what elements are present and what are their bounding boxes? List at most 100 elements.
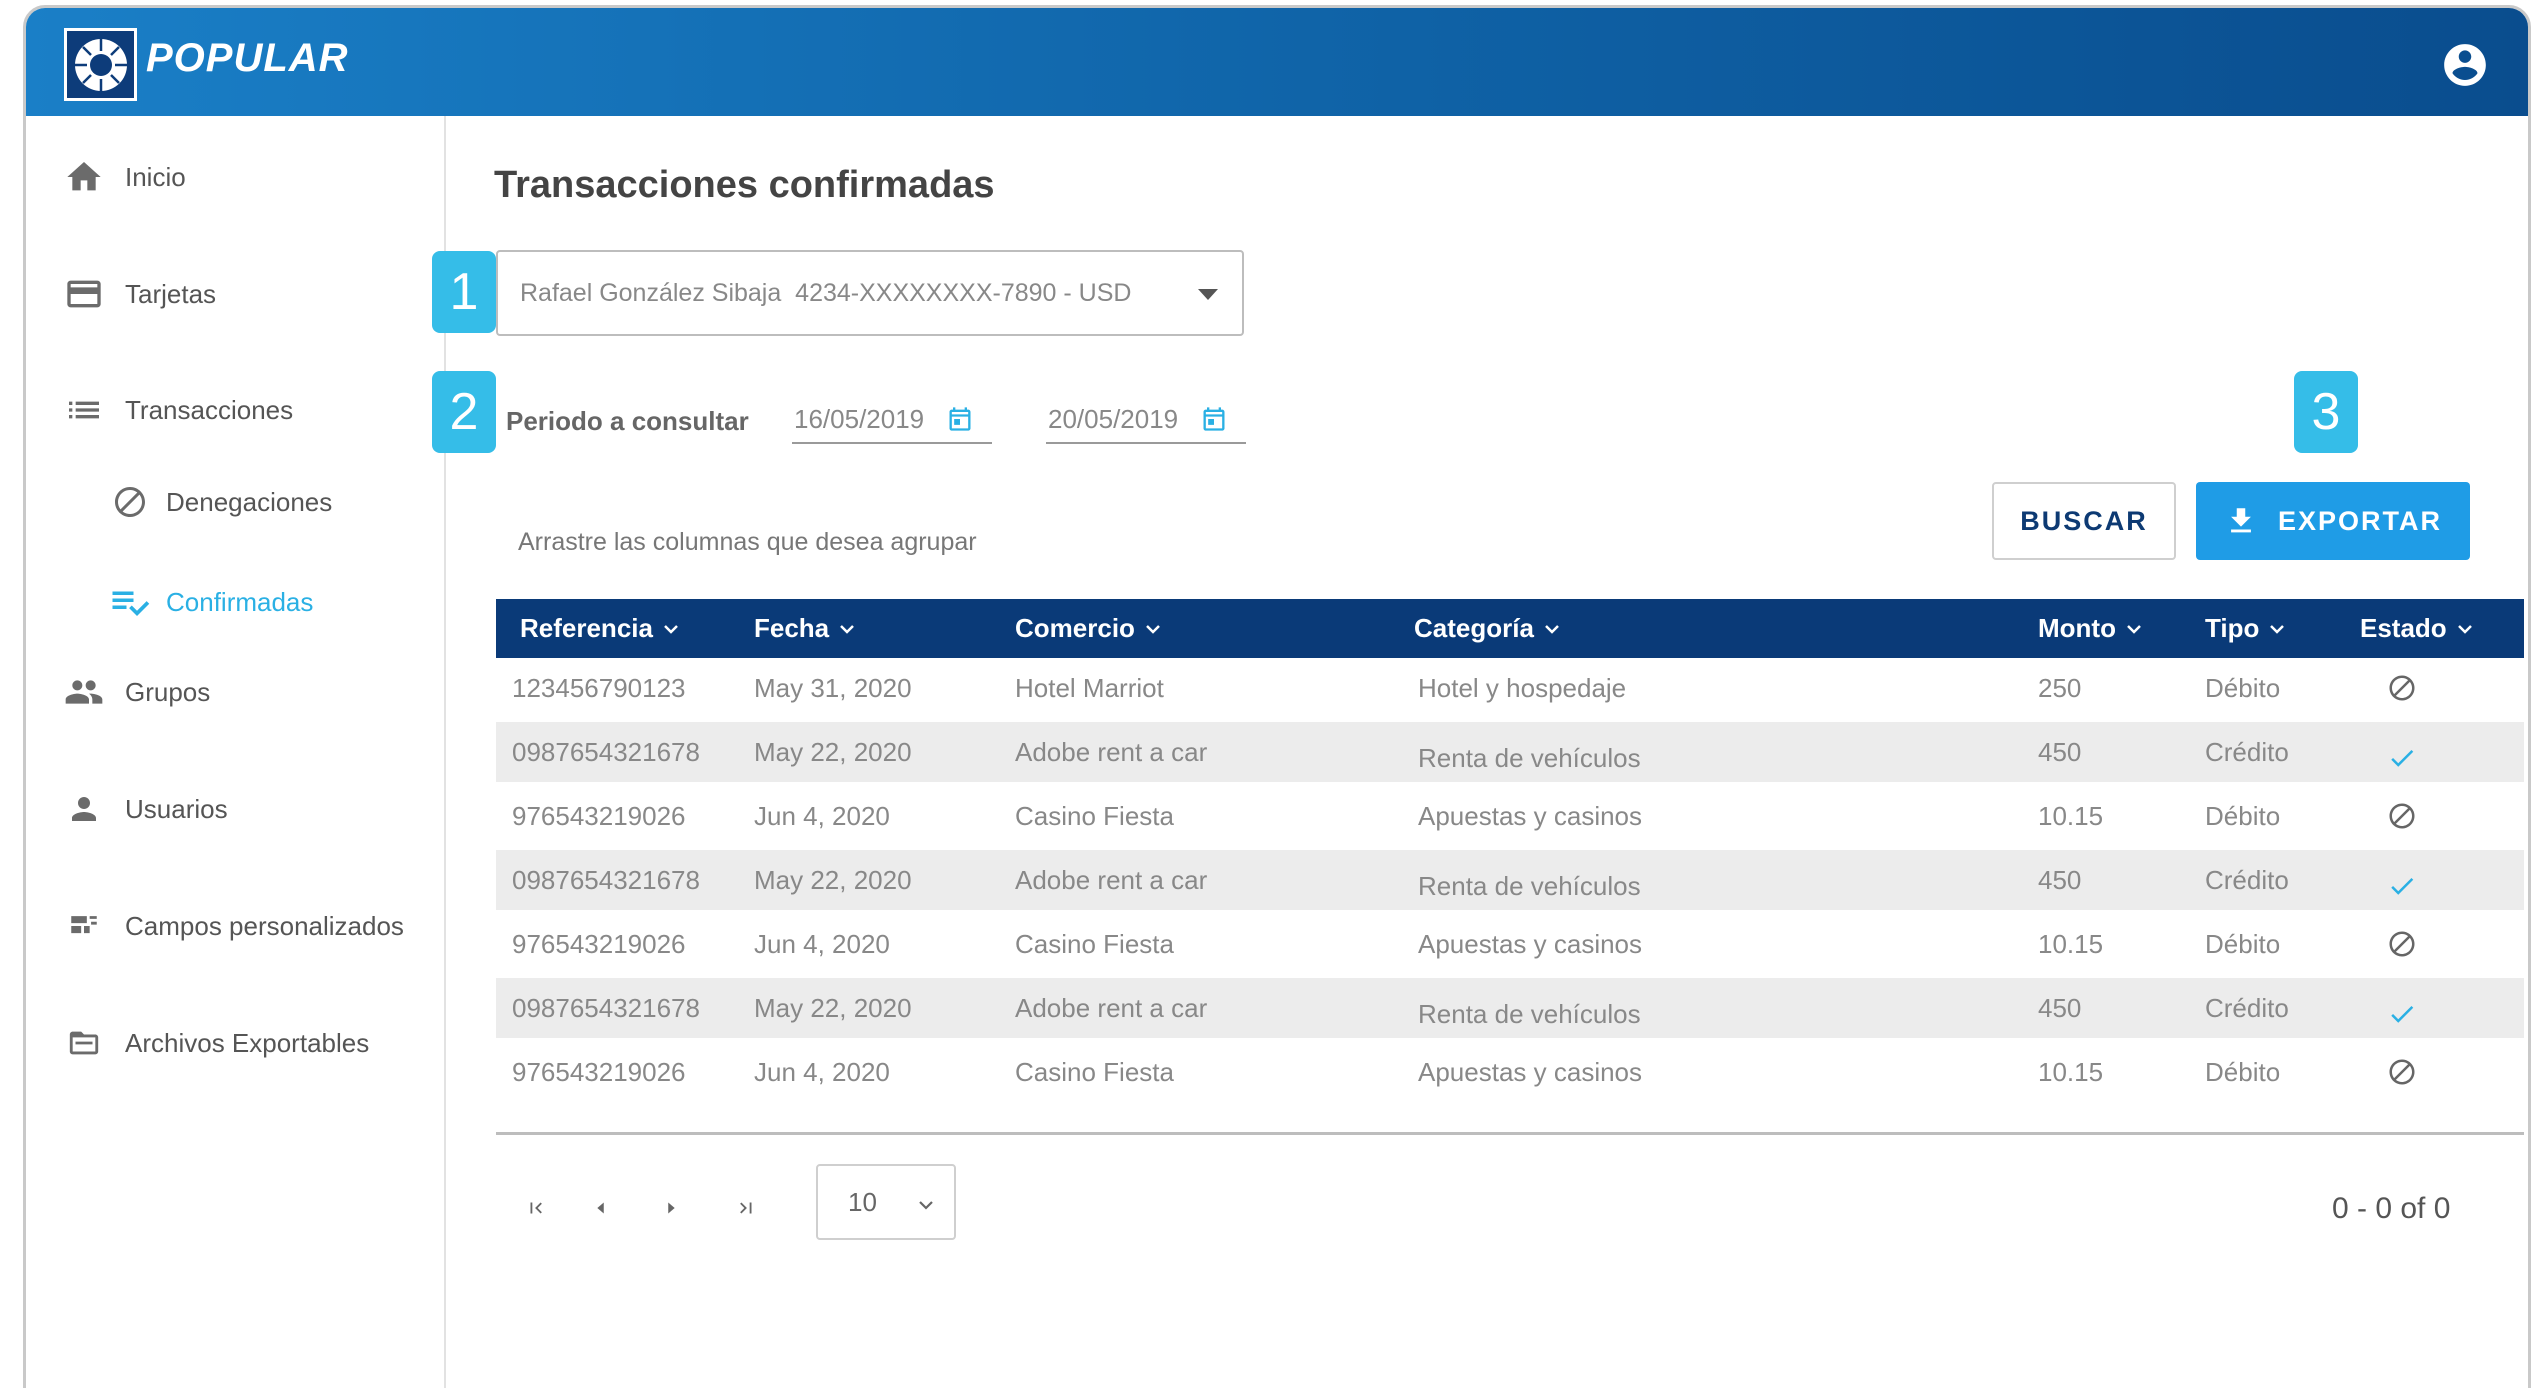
sidebar-item-denegaciones[interactable]: Denegaciones xyxy=(26,472,444,532)
cell-category: Apuestas y casinos xyxy=(1418,928,1643,959)
table-row[interactable]: 0987654321678 May 22, 2020 Adobe rent a ca… xyxy=(496,978,2524,1038)
check-icon xyxy=(2387,728,2417,788)
cell-date: Jun 4, 2020 xyxy=(754,928,890,959)
sidebar-item-archivos-exportables[interactable]: Archivos Exportables xyxy=(26,1013,444,1073)
cell-category: Apuestas y casinos xyxy=(1418,800,1643,831)
table-row[interactable]: 0987654321678 May 22, 2020 Adobe rent a ca… xyxy=(496,850,2524,910)
cell-date: Jun 4, 2020 xyxy=(754,800,890,831)
column-label: Referencia xyxy=(520,613,653,643)
cell-type: Débito xyxy=(2205,672,2281,703)
block-icon xyxy=(2387,914,2417,974)
table-header: Referencia Fecha Comercio Categoría Mont… xyxy=(496,599,2524,658)
account-select-value: Rafael González Sibaja 4234-XXXXXXXX-789… xyxy=(520,278,1132,307)
check-icon xyxy=(2387,984,2417,1044)
cell-date: May 22, 2020 xyxy=(754,736,912,767)
chevron-down-icon xyxy=(2270,624,2285,634)
sidebar-item-label: Confirmadas xyxy=(166,586,314,617)
column-label: Monto xyxy=(2038,613,2116,643)
table-divider xyxy=(496,1132,2524,1135)
block-icon xyxy=(2387,786,2417,846)
calendar-icon[interactable] xyxy=(1200,405,1228,433)
playlist-check-icon xyxy=(108,580,152,624)
cell-date: May 22, 2020 xyxy=(754,992,912,1023)
sidebar-item-confirmadas[interactable]: Confirmadas xyxy=(26,572,444,632)
next-page-icon[interactable] xyxy=(651,1188,691,1228)
cell-merchant: Hotel Marriot xyxy=(1015,672,1164,703)
list-icon xyxy=(62,388,106,432)
search-button[interactable]: BUSCAR xyxy=(1992,482,2176,560)
brand-name: POPULAR xyxy=(146,36,349,80)
cell-category: Apuestas y casinos xyxy=(1418,1056,1643,1087)
column-label: Fecha xyxy=(754,613,830,643)
page-size-select[interactable]: 10 xyxy=(816,1164,956,1240)
sidebar-item-inicio[interactable]: Inicio xyxy=(26,147,444,207)
sidebar-item-transacciones[interactable]: Transacciones xyxy=(26,380,444,440)
cell-amount: 450 xyxy=(2038,864,2082,895)
account-circle-icon[interactable] xyxy=(2440,40,2490,90)
dropdown-arrow-icon xyxy=(1198,289,1218,300)
table-row[interactable]: 976543219026 Jun 4, 2020 Casino Fiesta Apue… xyxy=(496,786,2524,846)
last-page-icon[interactable] xyxy=(726,1188,766,1228)
cell-ref: 976543219026 xyxy=(512,800,686,831)
cell-date: Jun 4, 2020 xyxy=(754,1056,890,1087)
sidebar-item-label: Usuarios xyxy=(125,793,228,824)
sidebar-item-label: Campos personalizados xyxy=(125,910,404,941)
sidebar-item-usuarios[interactable]: Usuarios xyxy=(26,779,444,839)
cell-ref: 123456790123 xyxy=(512,672,686,703)
cell-type: Crédito xyxy=(2205,736,2289,767)
export-button[interactable]: EXPORTAR xyxy=(2196,482,2470,560)
export-button-label: EXPORTAR xyxy=(2277,505,2442,536)
cell-merchant: Casino Fiesta xyxy=(1015,928,1174,959)
block-icon xyxy=(2387,1042,2417,1102)
table-row[interactable]: 123456790123 May 31, 2020 Hotel Marriot Hot… xyxy=(496,658,2524,718)
cell-category: Renta de vehículos xyxy=(1418,742,1641,773)
column-header-tipo[interactable]: Tipo xyxy=(2205,599,2285,658)
date-from-field[interactable]: 16/05/2019 xyxy=(792,396,992,444)
column-label: Tipo xyxy=(2205,613,2260,643)
cell-date: May 22, 2020 xyxy=(754,864,912,895)
column-header-categoria[interactable]: Categoría xyxy=(1414,599,1560,658)
cell-date: May 31, 2020 xyxy=(754,672,912,703)
account-select[interactable]: Rafael González Sibaja 4234-XXXXXXXX-789… xyxy=(496,250,1244,336)
column-header-fecha[interactable]: Fecha xyxy=(754,599,855,658)
check-icon xyxy=(2387,856,2417,916)
column-header-referencia[interactable]: Referencia xyxy=(520,599,679,658)
block-icon xyxy=(2387,658,2417,718)
sidebar-item-grupos[interactable]: Grupos xyxy=(26,662,444,722)
top-bar: POPULAR xyxy=(26,8,2528,116)
date-to-field[interactable]: 20/05/2019 xyxy=(1046,396,1246,444)
previous-page-icon[interactable] xyxy=(581,1188,621,1228)
sidebar-item-tarjetas[interactable]: Tarjetas xyxy=(26,264,444,324)
calendar-icon[interactable] xyxy=(946,405,974,433)
person-icon xyxy=(62,787,106,831)
sidebar-item-label: Tarjetas xyxy=(125,278,217,309)
cell-type: Crédito xyxy=(2205,864,2289,895)
column-label: Estado xyxy=(2360,613,2447,643)
column-header-comercio[interactable]: Comercio xyxy=(1015,599,1161,658)
sidebar-item-label: Grupos xyxy=(125,676,211,707)
cell-merchant: Casino Fiesta xyxy=(1015,1056,1174,1087)
cell-amount: 250 xyxy=(2038,672,2082,703)
column-header-estado[interactable]: Estado xyxy=(2360,599,2473,658)
sidebar: Inicio Tarjetas Transacciones Denegacion… xyxy=(26,116,446,1388)
sidebar-item-label: Archivos Exportables xyxy=(125,1027,370,1058)
sidebar-item-campos-personalizados[interactable]: Campos personalizados xyxy=(26,896,444,956)
chevron-down-icon xyxy=(840,624,855,634)
first-page-icon[interactable] xyxy=(516,1188,556,1228)
sidebar-item-label: Transacciones xyxy=(125,394,294,425)
column-header-monto[interactable]: Monto xyxy=(2038,599,2142,658)
cell-category: Renta de vehículos xyxy=(1418,998,1641,1029)
cell-ref: 976543219026 xyxy=(512,928,686,959)
date-to-value: 20/05/2019 xyxy=(1048,403,1179,434)
table-row[interactable]: 0987654321678 May 22, 2020 Adobe rent a ca… xyxy=(496,722,2524,782)
table-row[interactable]: 976543219026 Jun 4, 2020 Casino Fiesta Apue… xyxy=(496,1042,2524,1102)
pagination-range: 0 - 0 of 0 xyxy=(2332,1192,2451,1225)
cell-merchant: Adobe rent a car xyxy=(1015,864,1208,895)
block-icon xyxy=(108,480,152,524)
chevron-down-icon xyxy=(664,624,678,634)
step-badge-3: 3 xyxy=(2294,371,2358,453)
table-row[interactable]: 976543219026 Jun 4, 2020 Casino Fiesta Apue… xyxy=(496,914,2524,974)
page-size-value: 10 xyxy=(848,1186,877,1217)
date-from-value: 16/05/2019 xyxy=(794,403,925,434)
credit-card-icon xyxy=(62,272,106,316)
